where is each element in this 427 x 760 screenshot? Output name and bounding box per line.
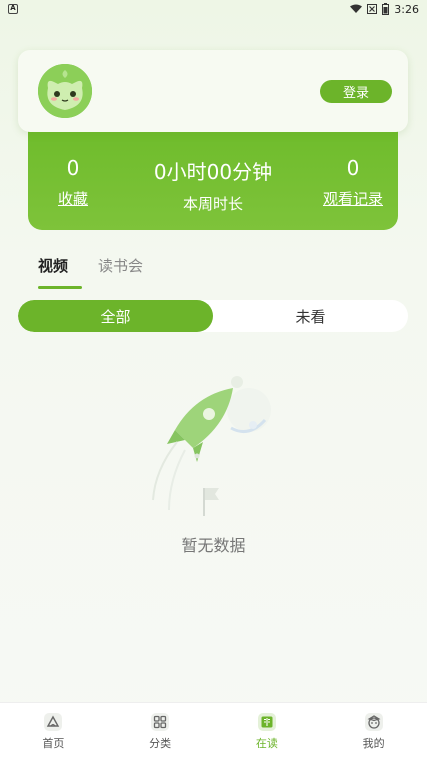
nav-reading[interactable]: 在读 xyxy=(214,703,321,760)
wifi-icon xyxy=(350,4,363,13)
nav-category-label: 分类 xyxy=(149,737,172,750)
avatar[interactable] xyxy=(38,64,92,118)
nav-profile-label: 我的 xyxy=(362,737,385,750)
week-time-label: 本周时长 xyxy=(182,195,243,213)
empty-message: 暂无数据 xyxy=(181,536,246,555)
login-button[interactable]: 登录 xyxy=(320,80,392,103)
history-stat[interactable]: 0 观看记录 xyxy=(318,156,388,209)
filter-unwatched-button[interactable]: 未看 xyxy=(213,300,408,332)
history-count: 0 xyxy=(346,156,360,180)
bottom-nav: 首页 分类 在读 我的 xyxy=(0,702,427,760)
tab-book-club[interactable]: 读书会 xyxy=(98,255,143,276)
home-icon xyxy=(44,713,63,731)
profile-icon xyxy=(364,713,383,731)
week-time-stat: 0小时00分钟 本周时长 xyxy=(138,156,288,214)
favorites-stat[interactable]: 0 收藏 xyxy=(46,156,100,209)
stats-panel: 0 收藏 0小时00分钟 本周时长 0 观看记录 xyxy=(28,118,398,230)
active-tab-indicator xyxy=(38,286,82,289)
favorites-link[interactable]: 收藏 xyxy=(46,188,100,209)
reading-icon xyxy=(257,713,276,731)
empty-rocket-illustration xyxy=(152,376,271,516)
favorites-count: 0 xyxy=(66,156,80,180)
tab-video[interactable]: 视频 xyxy=(38,255,68,276)
status-bar: A 3:26 xyxy=(0,0,427,18)
week-time-value: 0小时00分钟 xyxy=(153,160,273,184)
nav-home-label: 首页 xyxy=(42,737,65,750)
nav-profile[interactable]: 我的 xyxy=(320,703,427,760)
battery-icon xyxy=(382,3,390,15)
app-notification-icon: A xyxy=(8,4,18,14)
nav-reading-label: 在读 xyxy=(255,737,278,750)
nav-category[interactable]: 分类 xyxy=(107,703,214,760)
nav-home[interactable]: 首页 xyxy=(0,703,107,760)
content-tabs: 视频 读书会 xyxy=(38,255,143,276)
category-icon xyxy=(151,713,170,731)
filter-all-button[interactable]: 全部 xyxy=(18,300,213,332)
clock-time: 3:26 xyxy=(394,2,419,16)
history-link[interactable]: 观看记录 xyxy=(318,188,388,209)
watch-filter: 全部 未看 xyxy=(18,300,408,332)
profile-card: 登录 xyxy=(18,50,408,132)
close-icon xyxy=(367,4,378,14)
